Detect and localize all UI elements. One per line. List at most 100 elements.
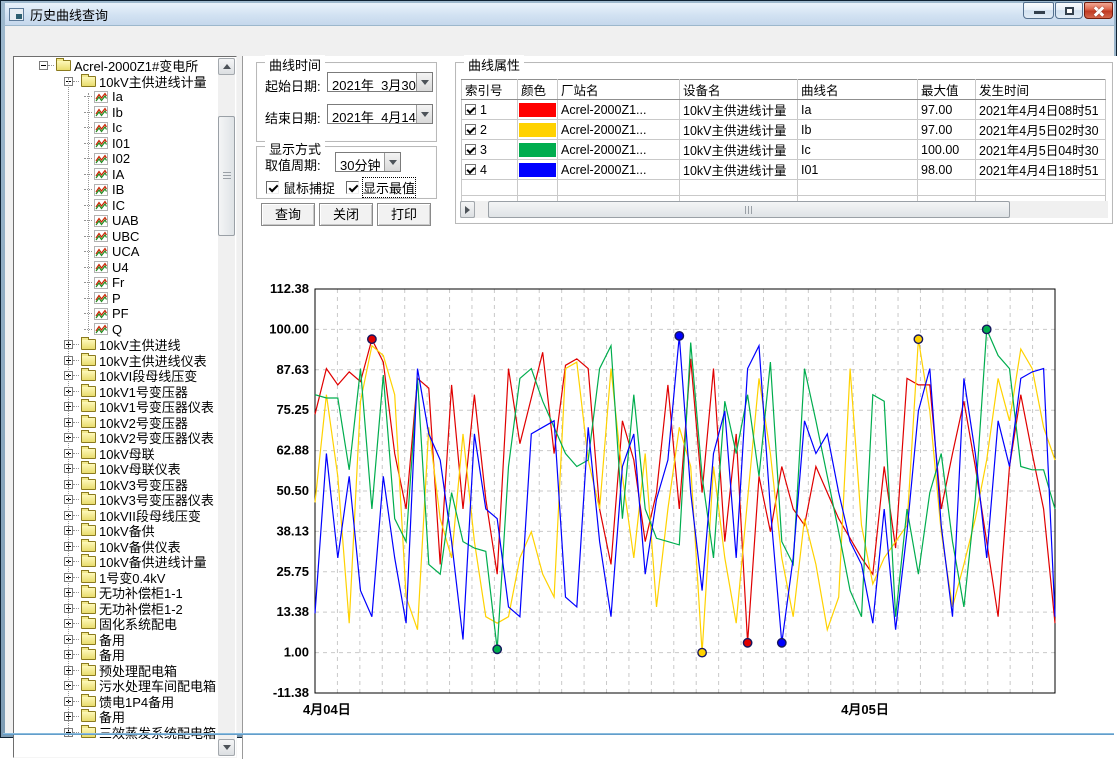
tree-item[interactable]: U4 [15, 260, 218, 276]
row-checkbox[interactable] [465, 144, 476, 155]
period-select[interactable]: 30分钟 [335, 152, 401, 172]
table-row[interactable]: 2Acrel-2000Z1...10kV主供进线计量Ib97.002021年4月… [462, 120, 1106, 140]
dropdown-button[interactable] [416, 105, 432, 123]
scroll-down-button[interactable] [218, 739, 235, 756]
tree-connector [73, 623, 79, 624]
restore-icon [1065, 7, 1074, 15]
row-checkbox[interactable] [465, 104, 476, 115]
tree-connector [73, 561, 79, 562]
query-button[interactable]: 查询 [261, 203, 315, 226]
max-value-cell: 97.00 [918, 120, 976, 140]
tree-item[interactable]: Fr [15, 275, 218, 291]
tree-connector [73, 344, 79, 345]
tree-item[interactable]: Ib [15, 105, 218, 121]
tree-item-label: Ib [112, 105, 123, 120]
column-header[interactable]: 曲线名 [798, 80, 918, 100]
checkbox-checked-icon[interactable] [346, 181, 359, 194]
tree-vertical-scrollbar[interactable] [218, 58, 235, 756]
tree-item[interactable]: UCA [15, 244, 218, 260]
curve-icon [94, 323, 108, 335]
tree-item[interactable]: UBC [15, 229, 218, 245]
column-header[interactable]: 设备名 [680, 80, 798, 100]
tree-connector [73, 375, 79, 376]
tree-connector [73, 716, 79, 717]
folder-icon [81, 463, 96, 474]
table-row[interactable]: 1Acrel-2000Z1...10kV主供进线计量Ia97.002021年4月… [462, 100, 1106, 120]
svg-text:25.75: 25.75 [276, 564, 309, 579]
dropdown-button[interactable] [416, 73, 432, 91]
svg-text:1.00: 1.00 [284, 645, 309, 660]
row-checkbox[interactable] [465, 164, 476, 175]
show-extremes-label: 显示最值 [363, 178, 415, 197]
tree-item[interactable]: 10kV主供进线计量 [15, 74, 218, 90]
curve-properties-table: 索引号颜色厂站名设备名曲线名最大值发生时间1Acrel-2000Z1...10k… [461, 79, 1106, 212]
folder-icon [81, 727, 96, 738]
tree-item[interactable]: IA [15, 167, 218, 183]
device-cell: 10kV主供进线计量 [680, 120, 798, 140]
device-cell: 10kV主供进线计量 [680, 100, 798, 120]
device-tree: Acrel-2000Z1#变电所10kV主供进线计量IaIbIcI01I02IA… [15, 58, 218, 756]
chevron-down-icon [389, 160, 397, 165]
tree-item[interactable]: P [15, 291, 218, 307]
tree-item[interactable]: Ia [15, 89, 218, 105]
scroll-up-button[interactable] [218, 58, 235, 75]
tree-item-label: 三效蒸发系统配电箱 [99, 723, 216, 742]
scrollbar-thumb[interactable] [218, 116, 235, 236]
tree-item[interactable]: IB [15, 182, 218, 198]
tree-connector [73, 546, 79, 547]
start-date-label: 起始日期: [265, 76, 321, 95]
show-extremes-checkbox[interactable]: 显示最值 [346, 178, 415, 197]
tree-guide-line [68, 78, 69, 737]
history-curve-chart[interactable]: 112.38100.0087.6375.2562.8850.5038.1325.… [245, 232, 1117, 737]
table-row[interactable]: 4Acrel-2000Z1...10kV主供进线计量I0198.002021年4… [462, 160, 1106, 180]
close-dialog-button[interactable]: 关闭 [319, 203, 373, 226]
column-header[interactable]: 索引号 [462, 80, 518, 100]
curve-icon [94, 292, 108, 304]
folder-icon [81, 587, 96, 598]
folder-icon [81, 401, 96, 412]
column-header[interactable]: 颜色 [518, 80, 558, 100]
tree-item[interactable]: I01 [15, 136, 218, 152]
minimize-button[interactable] [1023, 2, 1054, 19]
color-swatch [519, 123, 556, 137]
start-date-select[interactable]: 2021年 3月30 [327, 72, 433, 92]
scroll-right-button[interactable] [460, 201, 475, 218]
folder-icon [81, 479, 96, 490]
extreme-marker [743, 639, 751, 647]
dropdown-button[interactable] [384, 153, 400, 171]
folder-icon [56, 60, 71, 71]
curve-time-group-title: 曲线时间 [265, 55, 325, 74]
extreme-marker [675, 332, 683, 340]
tree-item-label: IB [112, 182, 124, 197]
row-index: 2 [480, 123, 487, 137]
column-header[interactable]: 发生时间 [976, 80, 1106, 100]
folder-icon [81, 355, 96, 366]
tree-item-label: UBC [112, 229, 139, 244]
row-checkbox[interactable] [465, 124, 476, 135]
chevron-down-icon [421, 80, 429, 85]
column-header[interactable]: 最大值 [918, 80, 976, 100]
end-date-label: 结束日期: [265, 108, 321, 127]
tree-item[interactable]: Ic [15, 120, 218, 136]
tree-item[interactable]: IC [15, 198, 218, 214]
column-header[interactable]: 厂站名 [558, 80, 680, 100]
curve-name-cell: Ia [798, 100, 918, 120]
tree-item[interactable]: I02 [15, 151, 218, 167]
arrow-down-icon [223, 745, 231, 750]
curve-icon [94, 261, 108, 273]
tree-item-label: PF [112, 306, 129, 321]
checkbox-checked-icon[interactable] [266, 181, 279, 194]
tree-item[interactable]: PF [15, 306, 218, 322]
tree-item[interactable]: UAB [15, 213, 218, 229]
print-button[interactable]: 打印 [377, 203, 431, 226]
collapse-icon[interactable] [39, 61, 48, 70]
scrollbar-thumb[interactable] [488, 201, 1010, 218]
end-date-select[interactable]: 2021年 4月14 [327, 104, 433, 124]
extreme-marker [368, 335, 376, 343]
close-button[interactable] [1084, 2, 1113, 19]
table-row[interactable]: 3Acrel-2000Z1...10kV主供进线计量Ic100.002021年4… [462, 140, 1106, 160]
mouse-capture-checkbox[interactable]: 鼠标捕捉 [266, 178, 335, 197]
restore-button[interactable] [1055, 2, 1083, 19]
table-horizontal-scrollbar[interactable] [460, 201, 1108, 218]
folder-icon [81, 76, 96, 87]
